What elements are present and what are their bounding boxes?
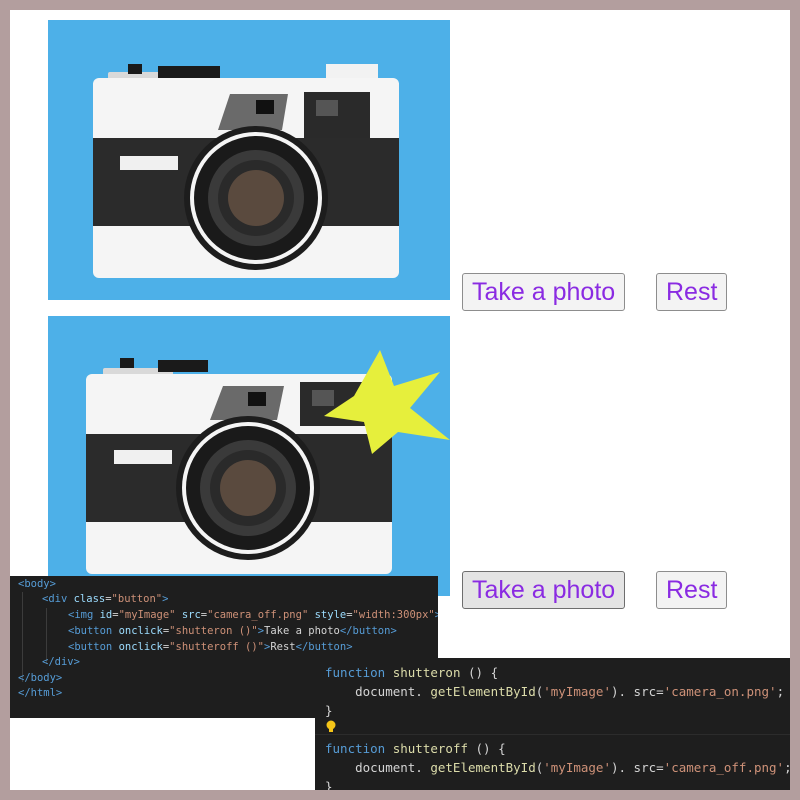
- html-line-1: <body>: [18, 577, 56, 592]
- code-token: id: [99, 609, 113, 621]
- code-token: function: [325, 665, 393, 680]
- code-token: ). src=: [610, 760, 664, 775]
- code-token: ). src=: [610, 684, 664, 699]
- code-token: "camera_off.png": [207, 609, 309, 621]
- js-line-2: document. getElementById('myImage'). src…: [325, 683, 784, 701]
- html-line-8: </html>: [18, 686, 62, 701]
- code-token: </html>: [18, 687, 63, 699]
- code-token: 'myImage': [543, 760, 611, 775]
- code-token: onclick: [118, 641, 163, 653]
- code-token: document.: [325, 684, 431, 699]
- html-line-2: <div class="button">: [42, 592, 168, 607]
- code-token: style: [314, 609, 347, 621]
- code-token: onclick: [118, 625, 163, 637]
- code-token: Take a photo: [264, 625, 340, 637]
- code-token: <button: [68, 625, 119, 637]
- html-line-6: </div>: [42, 655, 80, 670]
- code-token: () {: [468, 741, 506, 756]
- camera-off-image: [48, 20, 450, 300]
- code-token: document.: [325, 760, 431, 775]
- js-code-editor: function shutteron () { document. getEle…: [315, 658, 790, 790]
- js-line-3: }: [325, 702, 333, 720]
- lightbulb-icon[interactable]: [325, 720, 337, 737]
- code-token: "myImage": [118, 609, 176, 621]
- code-token: >: [434, 609, 438, 621]
- rest-button[interactable]: Rest: [656, 273, 728, 311]
- code-token: class: [73, 593, 106, 605]
- code-token: </div>: [42, 656, 80, 668]
- code-token: ;: [776, 684, 785, 699]
- html-line-3: <img id="myImage" src="camera_off.png" s…: [68, 608, 438, 623]
- code-token: 'myImage': [543, 684, 611, 699]
- code-token: getElementById: [430, 760, 536, 775]
- code-token: getElementById: [430, 684, 536, 699]
- code-token: <body>: [18, 578, 56, 590]
- code-token: () {: [460, 665, 499, 680]
- js-line-7: }: [325, 778, 333, 790]
- screenshot-frame: Take a photo Rest Take a photo Rest <bod…: [10, 10, 790, 790]
- html-line-4: <button onclick="shutteron ()">Take a ph…: [68, 624, 397, 639]
- html-line-5: <button onclick="shutteroff ()">Rest</bu…: [68, 640, 353, 655]
- code-token: Rest: [270, 641, 296, 653]
- code-token: }: [325, 779, 333, 790]
- code-token: "shutteron ()": [169, 625, 258, 637]
- code-token: >: [162, 593, 169, 605]
- code-token: shutteroff: [392, 741, 468, 756]
- code-token: <div: [42, 593, 74, 605]
- code-token: </button>: [295, 641, 353, 653]
- code-token: </body>: [18, 672, 63, 684]
- code-token: 'camera_on.png': [663, 684, 777, 699]
- camera-on-image: [48, 316, 450, 596]
- code-token: "shutteroff ()": [169, 641, 264, 653]
- code-token: "width:300px": [352, 609, 435, 621]
- rest-button-2[interactable]: Rest: [656, 571, 728, 609]
- js-line-6: document. getElementById('myImage'). src…: [325, 759, 790, 777]
- html-line-7: </body>: [18, 671, 62, 686]
- code-token: </button>: [339, 625, 397, 637]
- js-line-1: function shutteron () {: [325, 664, 498, 682]
- code-token: function: [325, 741, 393, 756]
- code-token: <img: [68, 609, 100, 621]
- code-token: shutteron: [392, 665, 461, 680]
- take-photo-button-pressed[interactable]: Take a photo: [462, 571, 626, 609]
- js-line-5: function shutteroff () {: [325, 740, 506, 758]
- code-token: ;: [784, 760, 790, 775]
- take-photo-button[interactable]: Take a photo: [462, 273, 626, 311]
- code-token: src: [181, 609, 201, 621]
- code-token: }: [325, 703, 333, 718]
- code-token: "button": [111, 593, 163, 605]
- code-token: <button: [68, 641, 119, 653]
- code-token: 'camera_off.png': [663, 760, 785, 775]
